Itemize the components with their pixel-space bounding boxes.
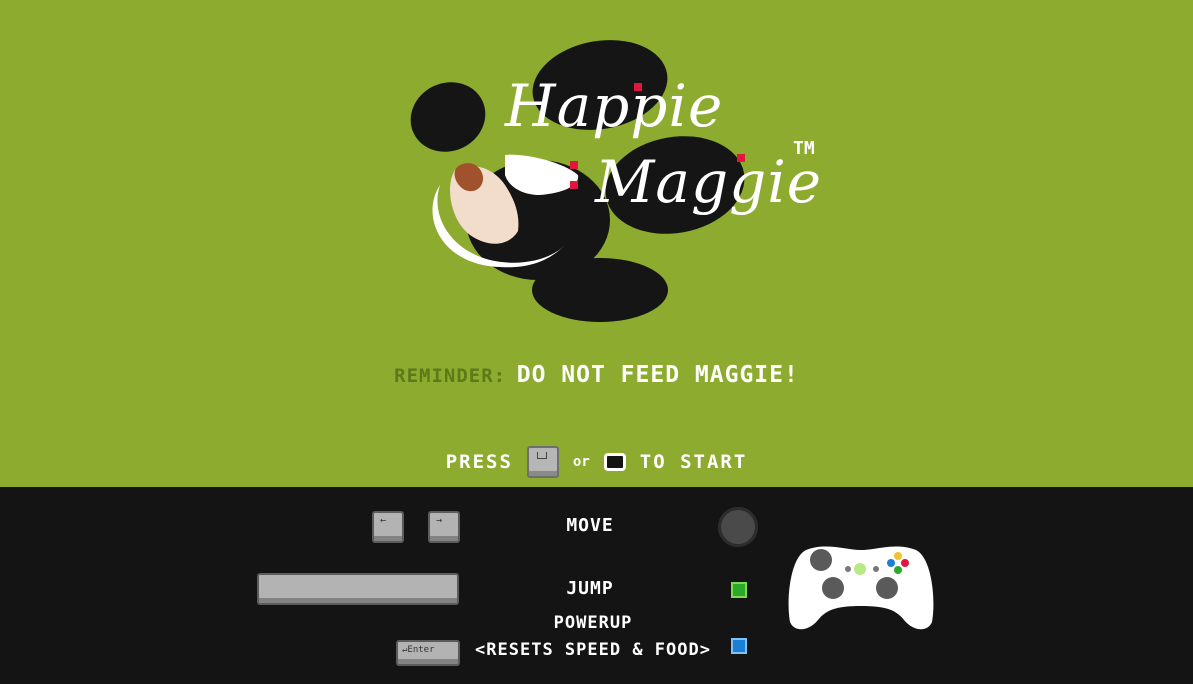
enter-key-label: ↵Enter (402, 645, 435, 655)
nose-accent (570, 161, 578, 169)
press-text: PRESS (445, 451, 513, 473)
trademark: TM (793, 138, 815, 159)
reminder-label: REMINDER: (394, 365, 507, 387)
start-prompt: PRESS or TO START (0, 446, 1193, 478)
keyboard-key-icon[interactable] (526, 446, 559, 478)
x-button-icon (731, 638, 747, 654)
left-arrow-icon: ← (380, 515, 387, 526)
jump-label: JUMP (566, 578, 614, 599)
spacebar-key (257, 573, 459, 605)
title-line-1: Happie (505, 72, 724, 140)
powerup-label: POWERUP (553, 613, 633, 633)
a-button-icon (731, 582, 747, 598)
gamepad-icon (788, 546, 934, 630)
title-line-2: Maggie (595, 148, 823, 216)
reminder-banner: REMINDER: DO NOT FEED MAGGIE! (0, 362, 1193, 388)
title-screen: Happie Maggie TM REMINDER: DO NOT FEED M… (0, 0, 1193, 487)
or-text: or (572, 454, 590, 470)
right-arrow-key: → (428, 511, 460, 543)
to-start-text: TO START (639, 451, 748, 473)
move-label: MOVE (566, 515, 614, 536)
analog-stick-icon (718, 507, 758, 547)
left-arrow-key: ← (372, 511, 404, 543)
right-arrow-icon: → (436, 515, 443, 526)
powerup-note: <RESETS SPEED & FOOD> (475, 640, 711, 660)
enter-key: ↵Enter (396, 640, 460, 666)
game-logo: Happie Maggie TM (400, 35, 840, 335)
gamepad-start-button-icon[interactable] (603, 453, 626, 471)
reminder-message: DO NOT FEED MAGGIE! (516, 362, 799, 388)
